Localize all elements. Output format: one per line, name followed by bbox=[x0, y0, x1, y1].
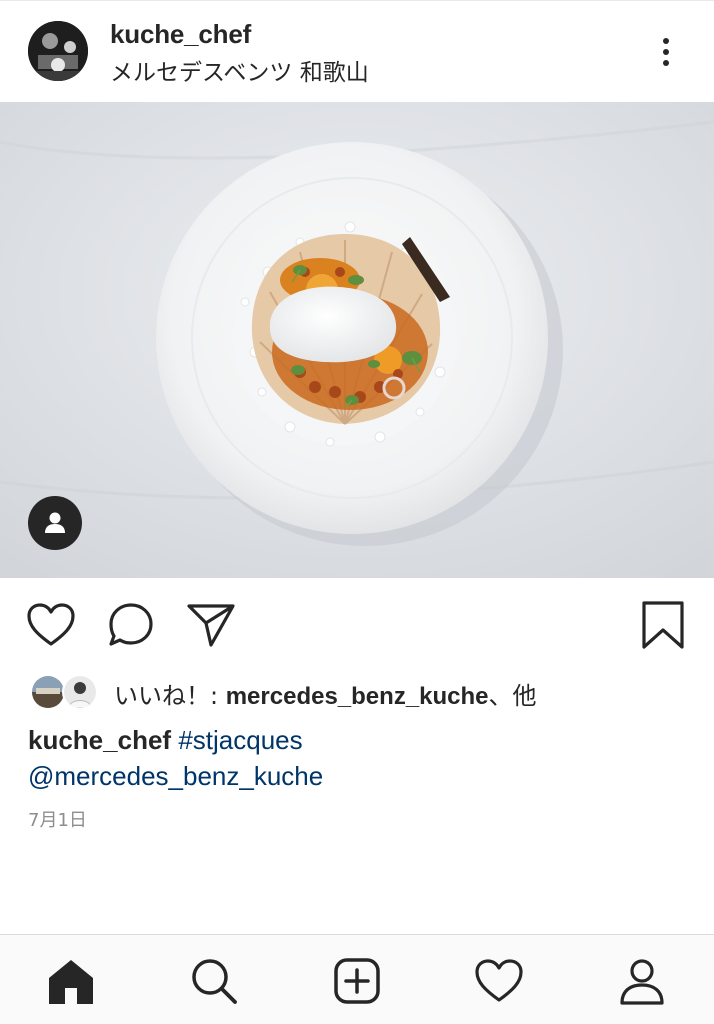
heart-outline-icon[interactable] bbox=[24, 598, 78, 652]
liker-avatar bbox=[62, 674, 98, 710]
likes-suffix[interactable]: 、他 bbox=[489, 682, 537, 710]
post-header: kuche_chef メルセデスベンツ 和歌山 bbox=[0, 0, 714, 102]
likes-prefix: いいね！: bbox=[114, 682, 226, 710]
user-avatar[interactable] bbox=[28, 21, 88, 81]
post-caption: kuche_chef #stjacques @mercedes_benz_kuc… bbox=[28, 722, 688, 794]
caption-username[interactable]: kuche_chef bbox=[28, 725, 171, 755]
liker-username[interactable]: mercedes_benz_kuche bbox=[226, 683, 489, 710]
liker-avatar bbox=[30, 674, 66, 710]
person-icon[interactable] bbox=[28, 496, 82, 550]
post-username[interactable]: kuche_chef bbox=[110, 19, 251, 50]
paper-plane-icon[interactable] bbox=[184, 598, 238, 652]
search-icon[interactable] bbox=[186, 953, 242, 1009]
caption-hashtag[interactable]: #stjacques bbox=[178, 725, 302, 755]
speech-bubble-icon[interactable] bbox=[104, 598, 158, 652]
activity-heart-icon[interactable] bbox=[471, 953, 527, 1009]
add-post-icon[interactable] bbox=[329, 953, 385, 1009]
post-date: 7月1日 bbox=[28, 810, 87, 831]
post-actions bbox=[0, 578, 714, 668]
caption-mention[interactable]: @mercedes_benz_kuche bbox=[28, 761, 323, 791]
bookmark-icon[interactable] bbox=[636, 598, 690, 652]
bottom-nav bbox=[0, 934, 714, 1024]
post-photo[interactable] bbox=[0, 102, 714, 578]
more-vertical-icon[interactable] bbox=[648, 29, 684, 75]
likes-summary[interactable]: いいね！: mercedes_benz_kuche、他 bbox=[28, 672, 688, 712]
home-icon[interactable] bbox=[43, 953, 99, 1009]
post-location[interactable]: メルセデスベンツ 和歌山 bbox=[110, 53, 369, 87]
profile-icon[interactable] bbox=[614, 953, 670, 1009]
likes-text: いいね！: mercedes_benz_kuche、他 bbox=[114, 676, 537, 711]
